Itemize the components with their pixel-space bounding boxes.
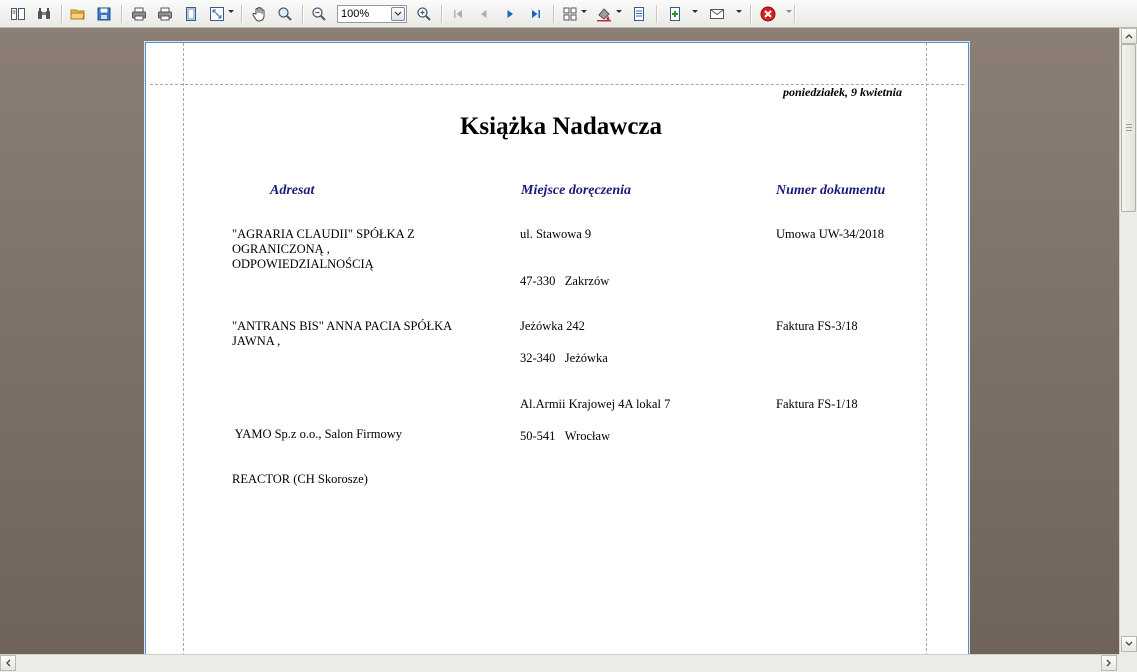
addressee-name-line: ODPOWIEDZIALNOŚCIĄ [232,257,374,271]
street-address: Al.Armii Krajowej 4A lokal 7 [520,397,671,411]
addressee-name: "ANTRANS BIS" ANNA PACIA SPÓŁKA JAWNA , [232,319,472,349]
last-page-icon[interactable] [527,5,545,23]
scroll-left-button[interactable] [0,655,16,671]
addressee-name-line: OGRANICZONĄ , [232,242,330,256]
document-number: Faktura FS-3/18 [776,319,858,333]
email-dropdown-icon[interactable] [736,10,742,13]
zoom-combobox[interactable] [337,5,407,23]
chevron-left-icon [6,659,11,667]
chevron-up-icon [1125,34,1133,39]
chevron-down-icon [1125,641,1133,646]
chevron-down-icon [394,11,402,16]
scroll-right-button[interactable] [1101,655,1117,671]
chevron-right-icon [1106,659,1111,667]
postal-city: 47-330 Zakrzów [520,274,609,289]
open-folder-icon[interactable] [69,5,87,23]
zoom-input[interactable] [341,7,387,21]
addressee-name-line: REACTOR (CH Skorosze) [232,472,368,486]
watermark-icon[interactable] [630,5,648,23]
report-date: poniedziałek, 9 kwietnia [782,85,902,99]
report-page: poniedziałek, 9 kwietnia Książka Nadawcz… [145,42,969,654]
city: Jeżówka [564,351,608,365]
city: Wrocław [564,429,611,443]
quick-print-icon[interactable] [156,5,174,23]
close-preview-icon[interactable] [759,5,777,23]
horizontal-scrollbar[interactable] [0,654,1119,672]
export-icon[interactable] [666,5,684,23]
scroll-down-button[interactable] [1121,636,1137,652]
addressee-name-line: JAWNA , [232,334,281,348]
addressee-name: "AGRARIA CLAUDII" SPÓŁKA Z OGRANICZONĄ ,… [232,227,472,272]
column-header-document: Numer dokumentu [776,183,886,198]
zoom-in-icon[interactable] [415,5,433,23]
multiple-pages-icon[interactable] [561,5,579,23]
print-icon[interactable] [130,5,148,23]
toolbar [0,0,1137,28]
toolbar-overflow-icon[interactable] [786,10,792,13]
document-number: Faktura FS-1/18 [776,397,858,411]
zoom-out-icon[interactable] [310,5,328,23]
vertical-scroll-thumb[interactable] [1121,44,1136,212]
color-background-icon[interactable] [595,5,613,23]
export-dropdown-icon[interactable] [692,10,698,13]
addressee-name-line: YAMO Sp.z o.o., Salon Firmowy [232,427,403,441]
vertical-scrollbar[interactable] [1119,28,1137,654]
page-setup-icon[interactable] [182,5,200,23]
postal-code: 47-330 [520,274,556,288]
postal-city: 32-340 Jeżówka [520,351,608,366]
color-background-dropdown-icon[interactable] [616,10,622,13]
scroll-up-button[interactable] [1121,28,1137,44]
first-page-icon[interactable] [449,5,467,23]
zoom-dropdown-button[interactable] [391,7,405,21]
column-header-addressee: Adresat [270,183,315,198]
scrollbar-corner [1119,654,1137,672]
street-address: Jeżówka 242 [520,319,585,333]
toggle-sidebar-icon[interactable] [9,5,27,23]
report-title: Książka Nadawcza [459,113,663,140]
document-number: Umowa UW-34/2018 [776,227,884,241]
postal-code: 50-541 [520,429,556,443]
magnifier-icon[interactable] [276,5,294,23]
multiple-pages-dropdown-icon[interactable] [581,10,587,13]
next-page-icon[interactable] [501,5,519,23]
email-icon[interactable] [708,5,726,23]
street-address: ul. Stawowa 9 [520,227,592,241]
addressee-name-line: "ANTRANS BIS" ANNA PACIA SPÓŁKA [232,319,453,333]
fit-page-dropdown-icon[interactable] [228,10,234,13]
addressee-name: YAMO Sp.z o.o., Salon Firmowy REACTOR (C… [232,397,472,517]
postal-city: 50-541 Wrocław [520,429,610,444]
binoculars-icon[interactable] [35,5,53,23]
fit-page-icon[interactable] [208,5,226,23]
preview-area[interactable]: poniedziałek, 9 kwietnia Książka Nadawcz… [0,28,1119,654]
hand-tool-icon[interactable] [250,5,268,23]
save-icon[interactable] [95,5,113,23]
previous-page-icon[interactable] [475,5,493,23]
addressee-name-line: "AGRARIA CLAUDII" SPÓŁKA Z [232,227,415,241]
column-header-place: Miejsce doręczenia [521,183,632,198]
city: Zakrzów [564,274,610,288]
postal-code: 32-340 [520,351,556,365]
